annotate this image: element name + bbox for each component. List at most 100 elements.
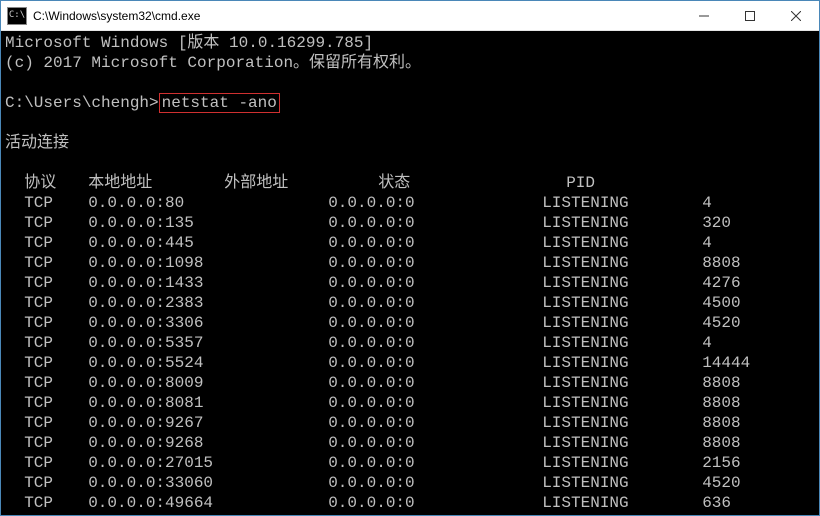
cell-pid: 8808 — [702, 413, 740, 433]
cell-state: LISTENING — [542, 213, 702, 233]
cell-local: 0.0.0.0:135 — [88, 213, 328, 233]
titlebar[interactable]: C:\ C:\Windows\system32\cmd.exe — [1, 1, 819, 31]
cell-proto: TCP — [24, 253, 88, 273]
cell-foreign: 0.0.0.0:0 — [328, 313, 542, 333]
cell-proto: TCP — [24, 393, 88, 413]
cell-pid: 320 — [702, 213, 731, 233]
maximize-button[interactable] — [727, 1, 773, 30]
header-local: 本地地址 — [88, 173, 224, 193]
cell-proto: TCP — [24, 333, 88, 353]
cell-foreign: 0.0.0.0:0 — [328, 493, 542, 513]
terminal-output[interactable]: Microsoft Windows [版本 10.0.16299.785] (c… — [1, 31, 819, 515]
header-pid: PID — [566, 173, 595, 193]
cell-proto: TCP — [24, 473, 88, 493]
cell-proto: TCP — [24, 373, 88, 393]
cell-pid: 8808 — [702, 373, 740, 393]
cell-state: LISTENING — [542, 353, 702, 373]
cell-foreign: 0.0.0.0:0 — [328, 433, 542, 453]
cell-foreign: 0.0.0.0:0 — [328, 393, 542, 413]
cell-pid: 4276 — [702, 273, 740, 293]
cell-foreign: 0.0.0.0:0 — [328, 233, 542, 253]
cell-foreign: 0.0.0.0:0 — [328, 333, 542, 353]
cell-foreign: 0.0.0.0:0 — [328, 453, 542, 473]
cell-proto: TCP — [24, 273, 88, 293]
cell-pid: 8808 — [702, 433, 740, 453]
cell-local: 0.0.0.0:8009 — [88, 373, 328, 393]
table-row: TCP0.0.0.0:80090.0.0.0:0LISTENING8808 — [5, 373, 815, 393]
close-button[interactable] — [773, 1, 819, 30]
cell-proto: TCP — [24, 413, 88, 433]
cell-local: 0.0.0.0:3306 — [88, 313, 328, 333]
cell-proto: TCP — [24, 193, 88, 213]
banner-line-1: Microsoft Windows [版本 10.0.16299.785] — [5, 34, 373, 52]
cell-state: LISTENING — [542, 393, 702, 413]
cell-foreign: 0.0.0.0:0 — [328, 193, 542, 213]
table-row: TCP0.0.0.0:33060.0.0.0:0LISTENING4520 — [5, 313, 815, 333]
cell-pid: 636 — [702, 493, 731, 513]
cell-state: LISTENING — [542, 473, 702, 493]
cell-local: 0.0.0.0:80 — [88, 193, 328, 213]
cell-state: LISTENING — [542, 193, 702, 213]
cell-local: 0.0.0.0:1433 — [88, 273, 328, 293]
cell-proto: TCP — [24, 453, 88, 473]
table-row: TCP0.0.0.0:330600.0.0.0:0LISTENING4520 — [5, 473, 815, 493]
header-foreign: 外部地址 — [224, 173, 378, 193]
cell-foreign: 0.0.0.0:0 — [328, 373, 542, 393]
cell-state: LISTENING — [542, 253, 702, 273]
cell-proto: TCP — [24, 233, 88, 253]
cell-pid: 8808 — [702, 253, 740, 273]
cell-state: LISTENING — [542, 433, 702, 453]
cell-proto: TCP — [24, 213, 88, 233]
cell-pid: 4 — [702, 233, 712, 253]
cell-local: 0.0.0.0:445 — [88, 233, 328, 253]
cell-state: LISTENING — [542, 293, 702, 313]
cell-pid: 4500 — [702, 293, 740, 313]
table-row: TCP0.0.0.0:10980.0.0.0:0LISTENING8808 — [5, 253, 815, 273]
cell-pid: 4520 — [702, 473, 740, 493]
cell-state: LISTENING — [542, 233, 702, 253]
cell-proto: TCP — [24, 353, 88, 373]
cell-state: LISTENING — [542, 453, 702, 473]
cell-foreign: 0.0.0.0:0 — [328, 413, 542, 433]
cell-pid: 14444 — [702, 353, 750, 373]
cell-local: 0.0.0.0:9268 — [88, 433, 328, 453]
cell-foreign: 0.0.0.0:0 — [328, 253, 542, 273]
cell-pid: 2156 — [702, 453, 740, 473]
header-proto: 协议 — [24, 173, 88, 193]
header-state: 状态 — [378, 173, 566, 193]
cell-foreign: 0.0.0.0:0 — [328, 213, 542, 233]
table-row: TCP0.0.0.0:23830.0.0.0:0LISTENING4500 — [5, 293, 815, 313]
cell-local: 0.0.0.0:5357 — [88, 333, 328, 353]
cell-foreign: 0.0.0.0:0 — [328, 293, 542, 313]
table-row: TCP0.0.0.0:53570.0.0.0:0LISTENING4 — [5, 333, 815, 353]
cell-foreign: 0.0.0.0:0 — [328, 473, 542, 493]
table-row: TCP0.0.0.0:1350.0.0.0:0LISTENING320 — [5, 213, 815, 233]
cell-local: 0.0.0.0:33060 — [88, 473, 328, 493]
cell-proto: TCP — [24, 493, 88, 513]
cell-foreign: 0.0.0.0:0 — [328, 273, 542, 293]
section-title: 活动连接 — [5, 134, 69, 152]
table-row: TCP0.0.0.0:80810.0.0.0:0LISTENING8808 — [5, 393, 815, 413]
cell-local: 0.0.0.0:49664 — [88, 493, 328, 513]
cmd-icon: C:\ — [7, 7, 27, 25]
connection-rows: TCP0.0.0.0:800.0.0.0:0LISTENING4 TCP0.0.… — [5, 193, 815, 513]
table-row: TCP0.0.0.0:800.0.0.0:0LISTENING4 — [5, 193, 815, 213]
table-row: TCP0.0.0.0:4450.0.0.0:0LISTENING4 — [5, 233, 815, 253]
table-row: TCP0.0.0.0:55240.0.0.0:0LISTENING14444 — [5, 353, 815, 373]
prompt-path: C:\Users\chengh> — [5, 94, 159, 112]
window-controls — [681, 1, 819, 30]
minimize-button[interactable] — [681, 1, 727, 30]
cell-state: LISTENING — [542, 333, 702, 353]
table-row: TCP0.0.0.0:496640.0.0.0:0LISTENING636 — [5, 493, 815, 513]
cell-proto: TCP — [24, 293, 88, 313]
cell-local: 0.0.0.0:9267 — [88, 413, 328, 433]
cell-proto: TCP — [24, 433, 88, 453]
table-row: TCP0.0.0.0:92670.0.0.0:0LISTENING8808 — [5, 413, 815, 433]
banner-line-2: (c) 2017 Microsoft Corporation。保留所有权利。 — [5, 54, 421, 72]
cell-state: LISTENING — [542, 493, 702, 513]
cmd-icon-glyph: C:\ — [9, 11, 25, 20]
table-row: TCP0.0.0.0:14330.0.0.0:0LISTENING4276 — [5, 273, 815, 293]
cmd-window: C:\ C:\Windows\system32\cmd.exe Microsof… — [0, 0, 820, 516]
cell-local: 0.0.0.0:2383 — [88, 293, 328, 313]
window-title: C:\Windows\system32\cmd.exe — [33, 9, 681, 23]
